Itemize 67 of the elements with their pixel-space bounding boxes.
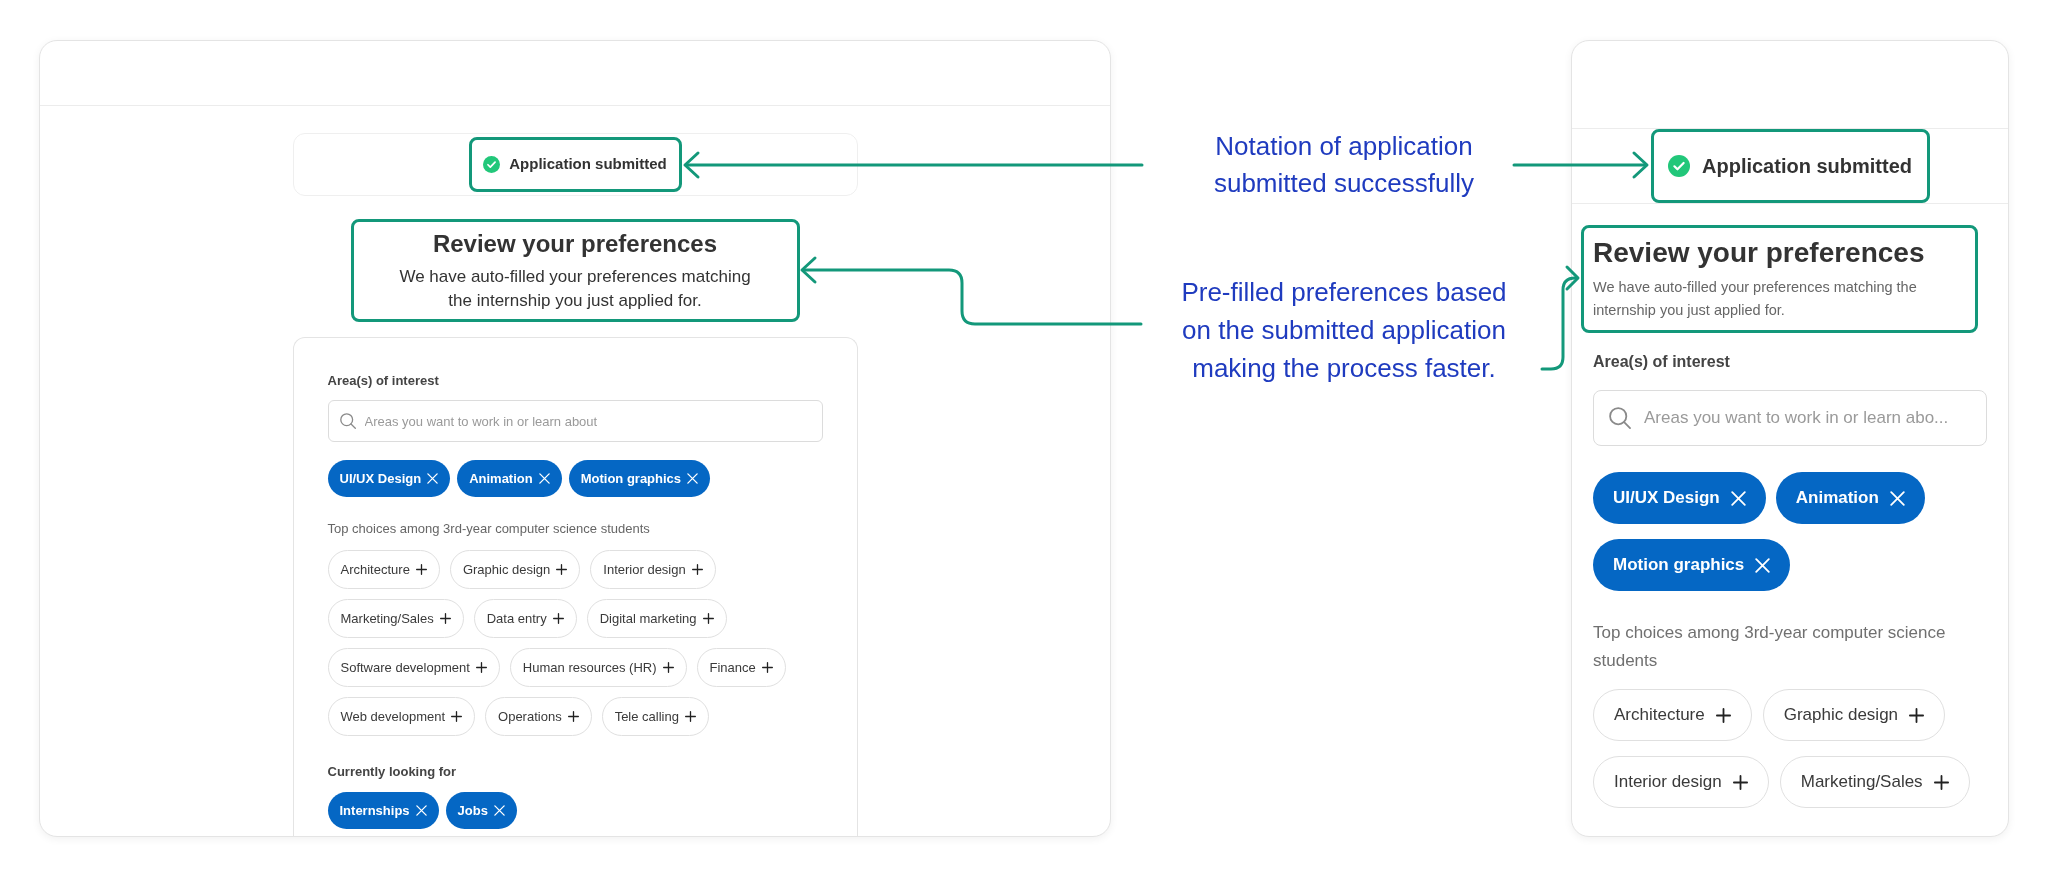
selected-chip[interactable]: Motion graphics xyxy=(568,460,711,497)
suggestion-chip[interactable]: Digital marketing xyxy=(586,599,727,638)
close-icon xyxy=(1755,557,1771,573)
suggestion-chip[interactable]: Operations xyxy=(485,697,592,736)
plus-icon xyxy=(684,711,696,722)
plus-icon xyxy=(1909,707,1925,723)
suggestion-chip[interactable]: Graphic design xyxy=(449,550,581,589)
suggestion-chip[interactable]: Interior design xyxy=(590,550,716,589)
hint-text: Top choices among 3rd-year computer science students xyxy=(1593,622,1947,672)
selected-chip[interactable]: UI/UX Design xyxy=(1593,472,1766,524)
annotation-note: Notation of application submitted successfully xyxy=(1212,130,1476,200)
selected-chip[interactable]: Jobs xyxy=(445,792,517,829)
plus-icon xyxy=(1715,707,1731,723)
suggestion-chip[interactable]: Finance xyxy=(696,648,786,687)
check-circle-icon xyxy=(1668,155,1690,177)
plus-icon xyxy=(662,662,674,673)
plus-icon xyxy=(439,613,451,624)
close-icon xyxy=(1730,490,1746,506)
plus-icon xyxy=(475,662,487,673)
page-title: Review your preferences xyxy=(1593,236,1926,270)
selected-chip[interactable]: Animation xyxy=(457,460,562,497)
selected-chip[interactable]: Internships xyxy=(327,792,439,829)
plus-icon xyxy=(415,564,427,575)
status-message: Application submitted xyxy=(509,154,667,175)
plus-icon xyxy=(1732,774,1748,790)
suggestion-chip[interactable]: Graphic design xyxy=(1762,689,1946,741)
suggestion-chip[interactable]: Human resources (HR) xyxy=(509,648,687,687)
plus-icon xyxy=(556,564,568,575)
close-icon xyxy=(538,473,550,484)
page-subtitle: We have auto-filled your preferences matching the internship you just applied for. xyxy=(1593,278,1918,320)
search-icon xyxy=(1609,407,1631,429)
status-message: Application submitted xyxy=(1702,154,1912,179)
section-label: Area(s) of interest xyxy=(1593,352,1731,372)
selected-chip[interactable]: Motion graphics xyxy=(1593,539,1791,591)
selected-chip[interactable]: UI/UX Design xyxy=(327,460,451,497)
close-icon xyxy=(493,805,505,816)
section-label: Currently looking for xyxy=(327,763,458,781)
suggestion-chip[interactable]: Tele calling xyxy=(601,697,709,736)
plus-icon xyxy=(552,613,564,624)
annotation-note: Pre-filled preferences based on the submitted application making the process faster. xyxy=(1180,276,1508,385)
suggestion-chip[interactable]: Architecture xyxy=(1593,689,1752,741)
search-icon xyxy=(339,413,356,429)
plus-icon xyxy=(567,711,579,722)
search-field[interactable]: Areas you want to work in or learn abo... xyxy=(1593,390,1987,446)
page-title: Review your preferences xyxy=(432,228,718,259)
suggestion-chip[interactable]: Interior design xyxy=(1593,756,1769,808)
suggestion-chip[interactable]: Marketing/Sales xyxy=(327,599,464,638)
suggestion-chip[interactable]: Web development xyxy=(327,697,476,736)
close-icon xyxy=(1889,490,1905,506)
page-subtitle: We have auto-filled your preferences matching the internship you just applied for. xyxy=(398,265,752,312)
plus-icon xyxy=(761,662,773,673)
close-icon xyxy=(427,473,439,484)
selected-chip[interactable]: Animation xyxy=(1775,472,1925,524)
hint-text: Top choices among 3rd-year computer science students xyxy=(327,520,651,538)
check-circle-icon xyxy=(483,156,501,173)
suggestion-chip[interactable]: Software development xyxy=(327,648,500,687)
plus-icon xyxy=(691,564,703,575)
close-icon xyxy=(687,473,699,484)
search-field[interactable]: Areas you want to work in or learn about xyxy=(327,400,823,442)
section-label: Area(s) of interest xyxy=(327,372,440,390)
plus-icon xyxy=(702,613,714,624)
suggestion-chip[interactable]: Architecture xyxy=(327,550,440,589)
plus-icon xyxy=(1933,774,1949,790)
suggestion-chip[interactable]: Data entry xyxy=(473,599,577,638)
plus-icon xyxy=(451,711,463,722)
suggestion-chip[interactable]: Marketing/Sales xyxy=(1779,756,1970,808)
close-icon xyxy=(415,805,427,816)
